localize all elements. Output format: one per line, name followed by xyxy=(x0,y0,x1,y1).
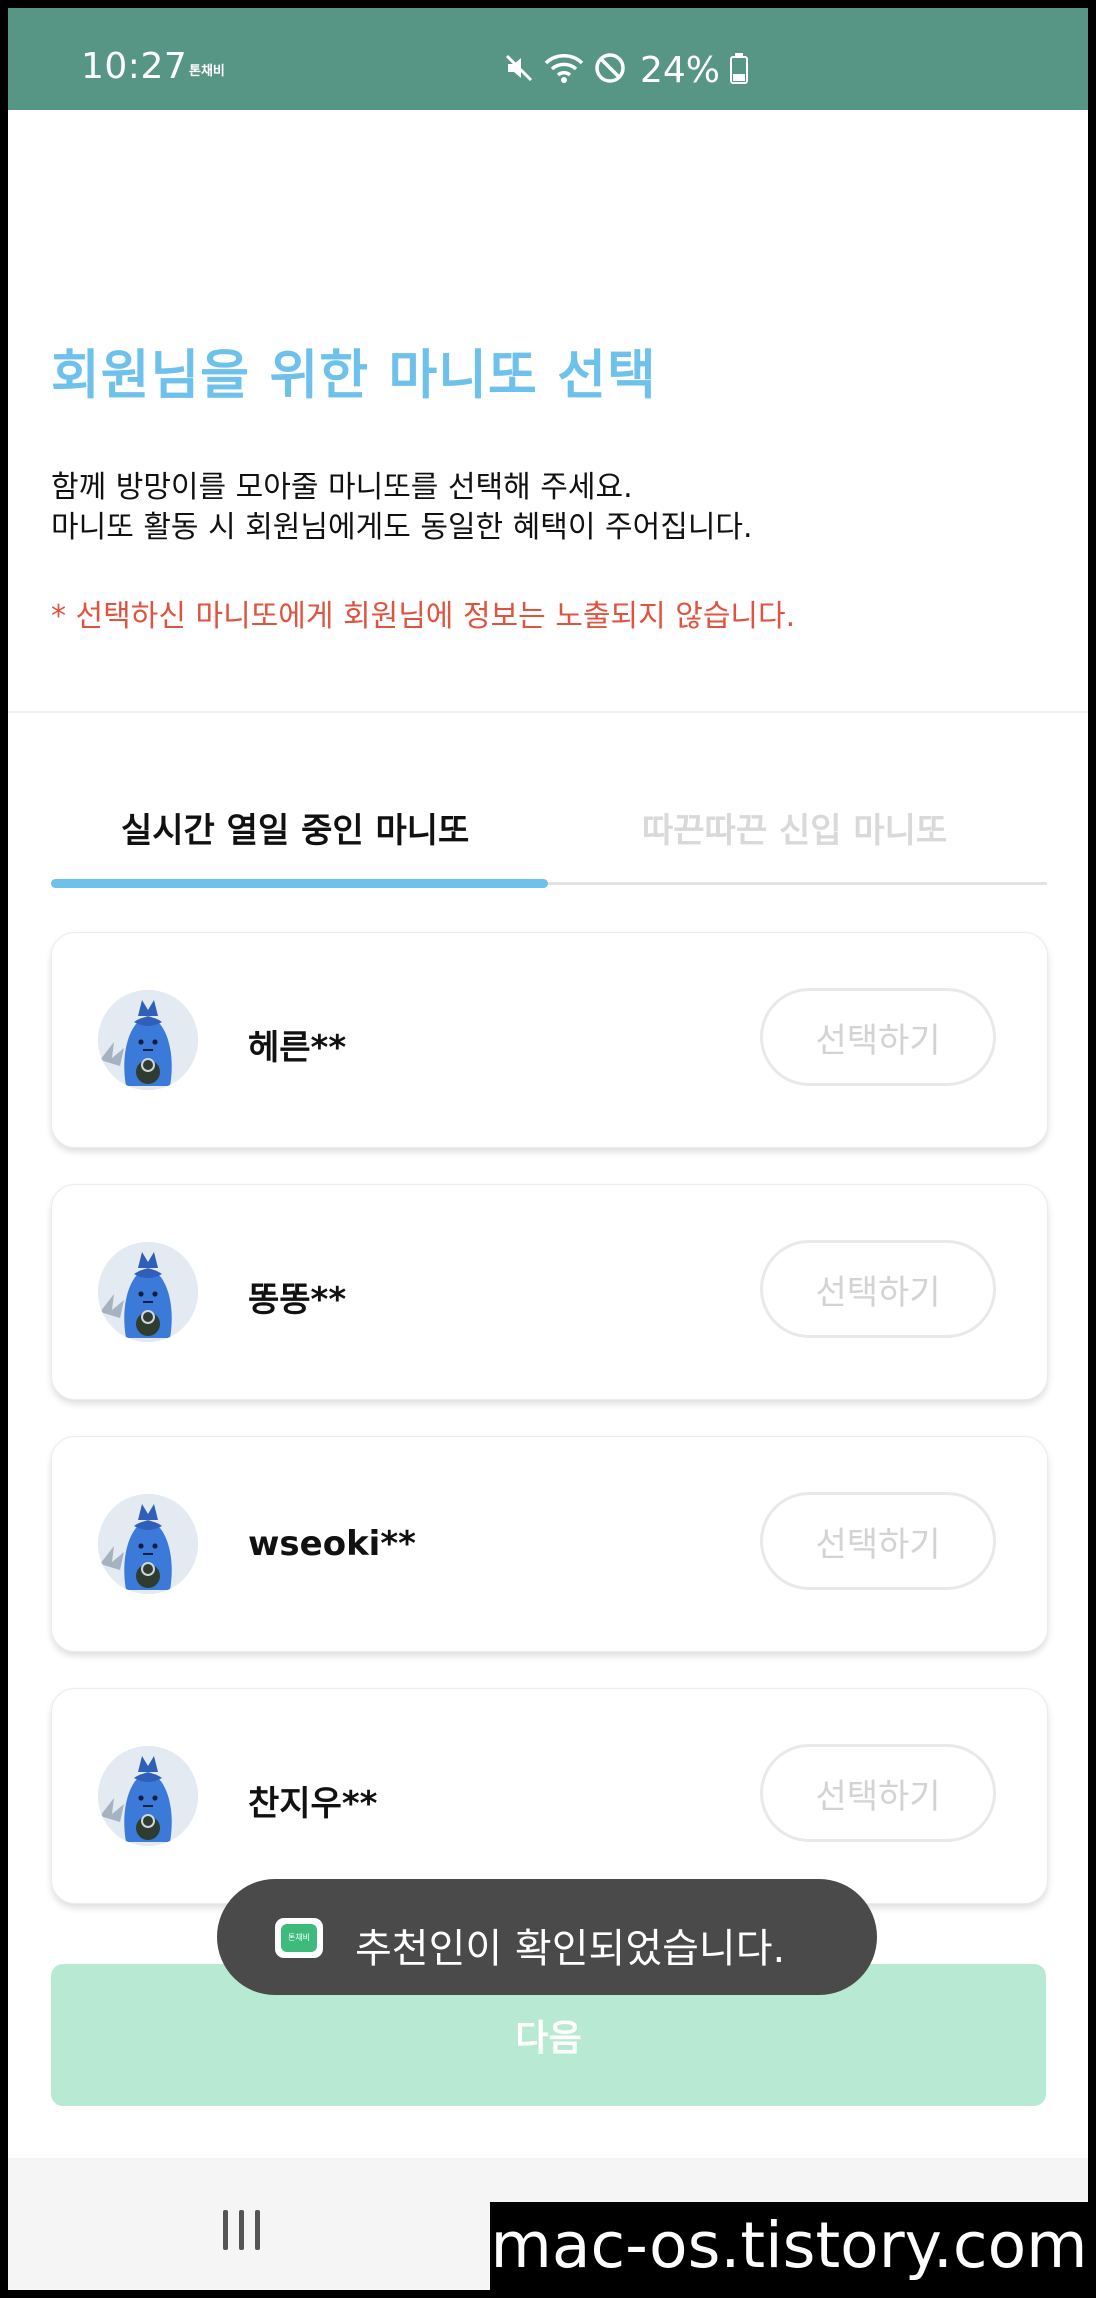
toast-text: 추천인이 확인되었습니다. xyxy=(355,1926,786,1972)
battery-icon xyxy=(730,52,749,88)
carrier-badge: 톤채비 xyxy=(189,64,225,79)
manito-card: wseoki** 선택하기 xyxy=(51,1436,1048,1652)
manito-card: 찬지우** 선택하기 xyxy=(51,1688,1048,1904)
page-title: 회원님을 위한 마니또 선택 xyxy=(51,345,657,406)
manito-card: 똥똥** 선택하기 xyxy=(51,1184,1048,1400)
select-button[interactable]: 선택하기 xyxy=(760,1744,996,1842)
manito-name: 똥똥** xyxy=(248,1280,347,1320)
app-icon-label: 톤채비 xyxy=(281,1924,317,1952)
status-icons: 24% xyxy=(504,49,749,91)
select-button[interactable]: 선택하기 xyxy=(760,1492,996,1590)
manito-name: wseoki** xyxy=(248,1524,416,1564)
manito-name: 찬지우** xyxy=(248,1784,378,1824)
description-line-1: 함께 방망이를 모아줄 마니또를 선택해 주세요. xyxy=(51,470,633,505)
active-tab-indicator xyxy=(51,879,548,888)
section-divider xyxy=(8,711,1088,713)
mute-icon xyxy=(504,53,534,87)
avatar xyxy=(98,990,198,1090)
manito-card: 헤른** 선택하기 xyxy=(51,932,1048,1148)
manito-name: 헤른** xyxy=(248,1028,347,1068)
status-time: 10:27 xyxy=(81,46,188,87)
avatar xyxy=(98,1746,198,1846)
page-description: 함께 방망이를 모아줄 마니또를 선택해 주세요. 마니또 활동 시 회원님에게… xyxy=(51,468,753,548)
status-bar: 10:27 톤채비 24% xyxy=(8,8,1088,110)
description-line-2: 마니또 활동 시 회원님에게도 동일한 혜택이 주어집니다. xyxy=(51,510,753,545)
battery-percent: 24% xyxy=(640,49,721,91)
app-screen: 10:27 톤채비 24% 회원님을 위한 마니또 선택 함께 방망이를 모아줄… xyxy=(8,8,1088,2290)
toast-message: 톤채비 추천인이 확인되었습니다. xyxy=(217,1879,877,1995)
select-button[interactable]: 선택하기 xyxy=(760,1240,996,1338)
privacy-notice: * 선택하신 마니또에게 회원님에 정보는 노출되지 않습니다. xyxy=(51,599,796,634)
do-not-disturb-icon xyxy=(594,52,626,88)
select-button[interactable]: 선택하기 xyxy=(760,988,996,1086)
app-icon: 톤채비 xyxy=(275,1918,323,1958)
tab-new-manito[interactable]: 따끈따끈 신입 마니또 xyxy=(642,803,947,852)
recents-button[interactable] xyxy=(221,2210,263,2250)
avatar xyxy=(98,1494,198,1594)
tab-live-manito[interactable]: 실시간 열일 중인 마니또 xyxy=(121,803,469,852)
avatar xyxy=(98,1242,198,1342)
watermark: mac-os.tistory.com xyxy=(490,2202,1088,2290)
wifi-icon xyxy=(544,52,584,88)
